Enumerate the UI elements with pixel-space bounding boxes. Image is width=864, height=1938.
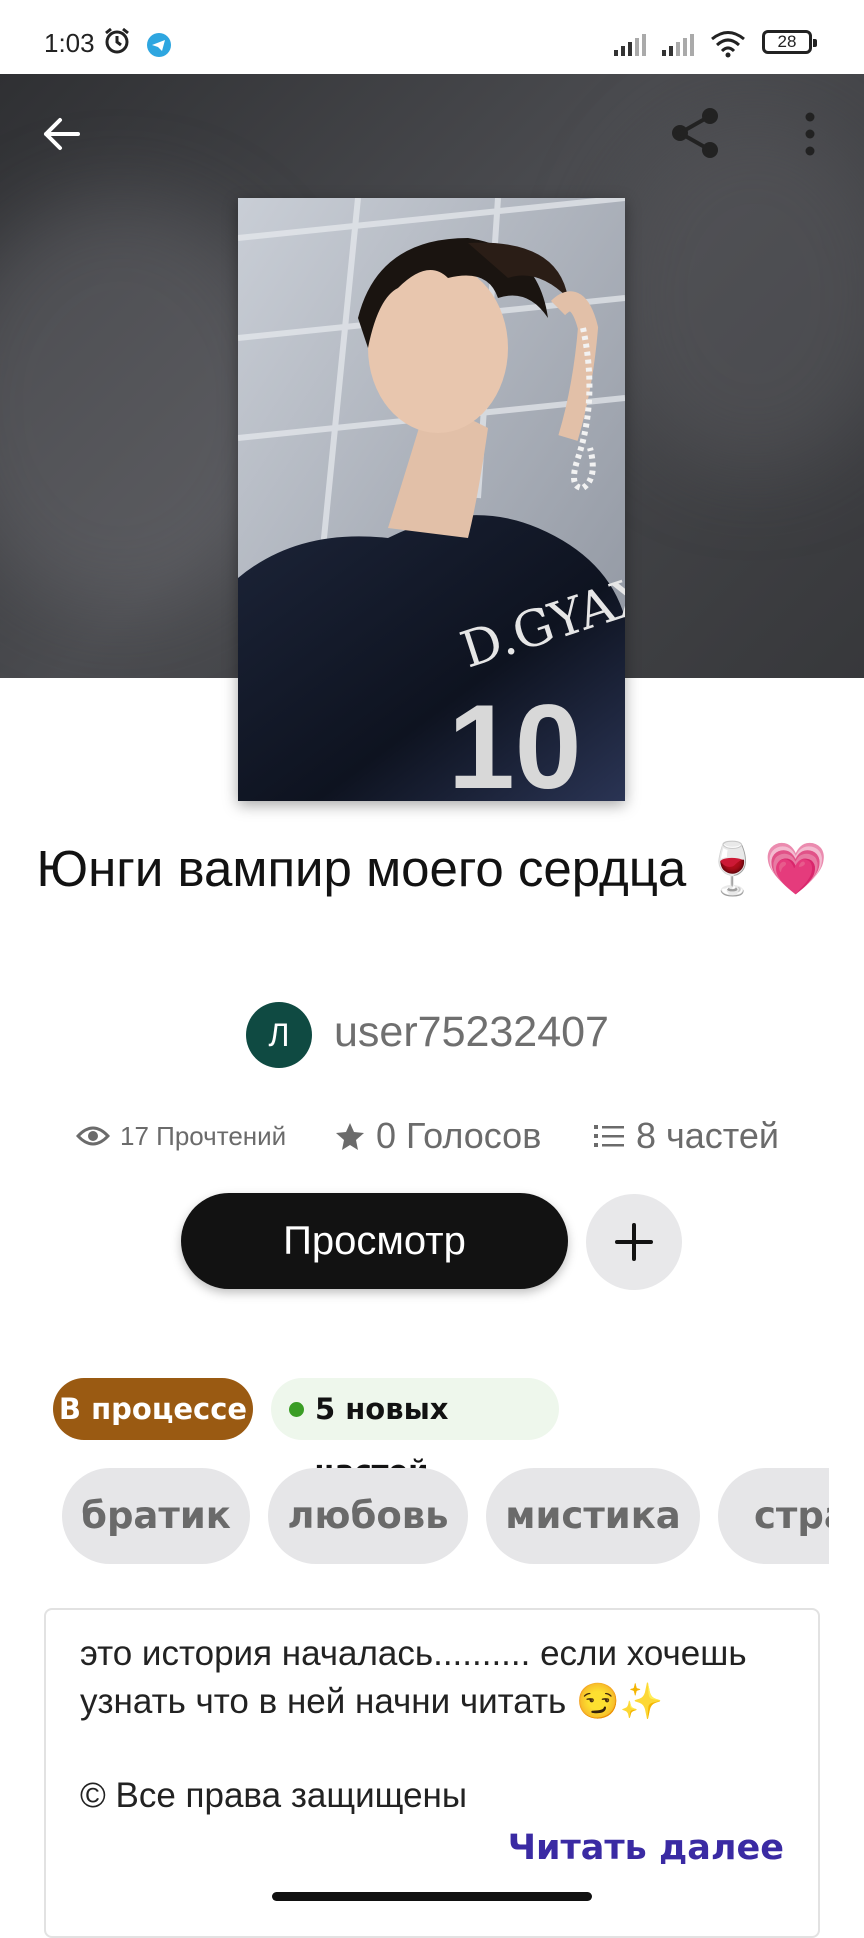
description-text: это история началась.......... если хоче…	[80, 1634, 747, 1721]
battery-level: 28	[777, 32, 797, 51]
votes-stat: 0 Голосов	[334, 1108, 541, 1164]
story-stats: 17 Прочтений 0 Голосов 8 частей	[0, 1108, 864, 1164]
tag-list: братик любовь мистика стра	[62, 1468, 829, 1564]
cover-shirt-number: 10	[448, 680, 581, 801]
wifi-icon	[711, 31, 745, 58]
telegram-icon	[147, 33, 171, 57]
plus-icon	[615, 1223, 653, 1261]
story-cover[interactable]: D.GYAX 10	[238, 198, 625, 801]
tag-chip[interactable]: любовь	[268, 1468, 468, 1564]
share-icon[interactable]	[666, 104, 724, 162]
read-more-link[interactable]: Читать далее	[508, 1828, 784, 1868]
story-title: Юнги вампир моего сердца 🍷💗	[36, 840, 828, 897]
tag-chip[interactable]: мистика	[486, 1468, 700, 1564]
star-icon	[336, 1123, 364, 1150]
signal-icon	[614, 34, 646, 56]
reads-count: 17 Прочтений	[120, 1120, 287, 1151]
copyright-text: © Все права защищены	[80, 1776, 468, 1815]
alarm-icon	[105, 27, 129, 54]
view-button[interactable]: Просмотр	[181, 1193, 568, 1289]
header-background	[604, 114, 864, 474]
author-name[interactable]: user75232407	[334, 1008, 609, 1057]
add-to-library-button[interactable]	[586, 1194, 682, 1290]
description-box: это история началась.......... если хоче…	[44, 1608, 820, 1938]
home-indicator[interactable]	[272, 1892, 592, 1901]
status-time: 1:03	[44, 28, 95, 58]
parts-stat[interactable]: 8 частей	[594, 1108, 779, 1164]
tag-chip[interactable]: братик	[62, 1468, 250, 1564]
avatar[interactable]: Л	[246, 1002, 312, 1068]
new-parts-badge: 5 новых частей	[271, 1378, 559, 1488]
cover-illustration: D.GYAX 10	[238, 198, 625, 801]
tag-chip[interactable]: стра	[718, 1468, 829, 1564]
new-parts-dot	[289, 1402, 304, 1417]
back-arrow-icon[interactable]	[36, 108, 88, 160]
signal-icon	[662, 34, 694, 56]
more-vertical-icon[interactable]	[790, 108, 830, 160]
battery-icon: 28	[762, 30, 817, 54]
votes-count: 0 Голосов	[376, 1115, 542, 1156]
reads-stat: 17 Прочтений	[76, 1108, 286, 1164]
eye-icon	[76, 1126, 110, 1146]
status-badge: В процессе	[53, 1378, 253, 1440]
status-bar: 1:03 28	[0, 0, 864, 74]
parts-count: 8 частей	[636, 1115, 780, 1156]
author-row[interactable]: Л user75232407	[0, 1002, 864, 1072]
list-icon	[594, 1125, 624, 1147]
